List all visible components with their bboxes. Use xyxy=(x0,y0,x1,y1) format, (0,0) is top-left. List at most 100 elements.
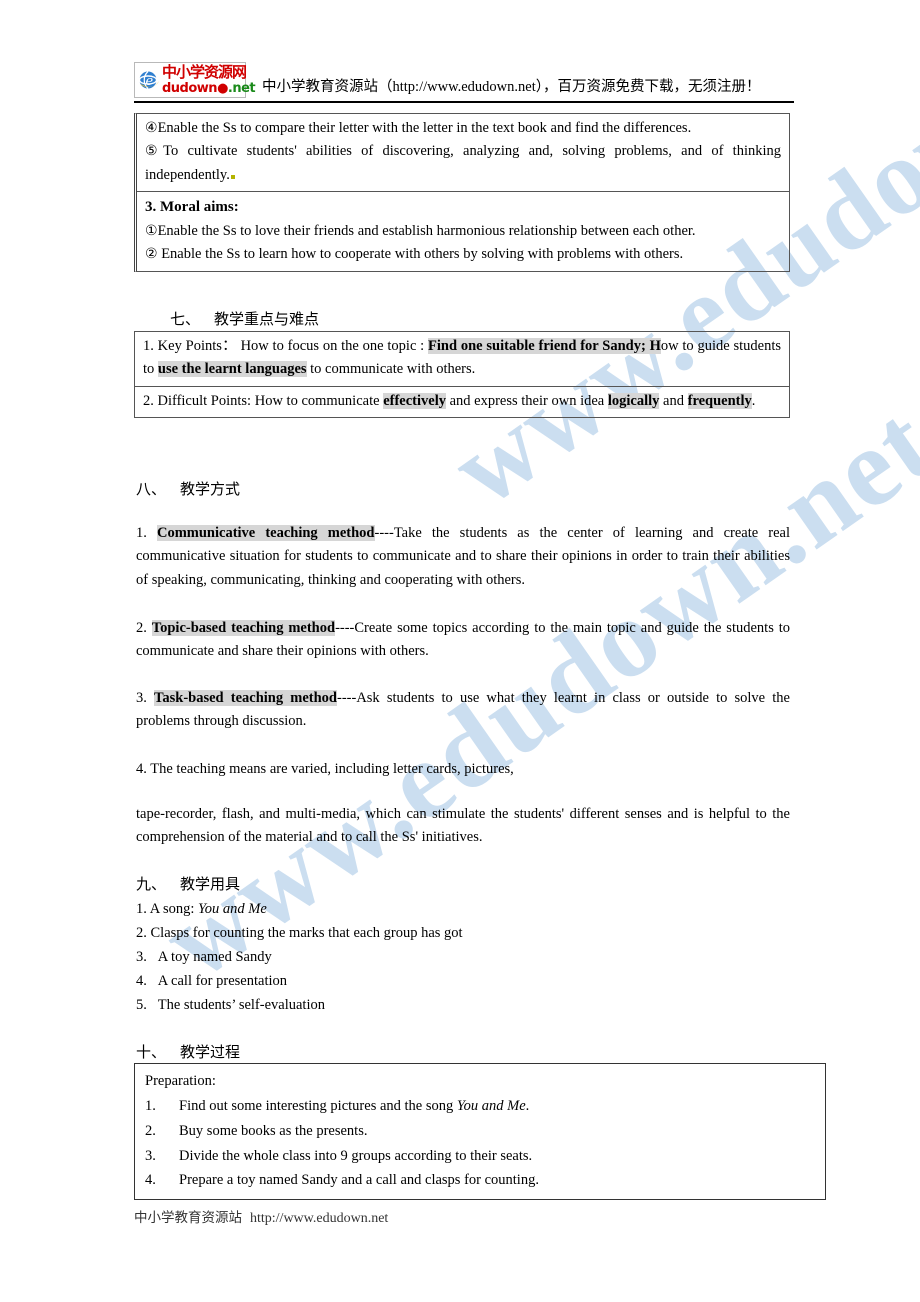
list-marker: ② xyxy=(145,246,158,263)
teaching-means-line-a: 4. The teaching means are varied, includ… xyxy=(136,761,514,777)
preparation-item-number: 2. xyxy=(145,1122,156,1139)
header-tagline: 中小学教育资源站（http://www.edudown.net），百万资源免费下… xyxy=(262,79,761,95)
preparation-list: 1. Find out some interesting pictures an… xyxy=(145,1094,815,1194)
tools-item-text: A toy named Sandy xyxy=(157,949,272,965)
teaching-method-3: 3. Task-based teaching method----Ask stu… xyxy=(136,687,790,734)
site-logo: e 中小学资源网 dudown●.net xyxy=(134,62,256,98)
method-index: 1. xyxy=(136,525,147,541)
header-divider xyxy=(134,101,794,103)
footer-url: http://www.edudown.net xyxy=(250,1211,389,1226)
tools-item-text: A song: xyxy=(149,901,199,917)
difficult-points-highlight-2: logically xyxy=(607,392,660,409)
aims-box: ④Enable the Ss to compare their letter w… xyxy=(134,113,790,272)
preparation-item-text: Prepare a toy named Sandy and a call and… xyxy=(179,1172,539,1189)
key-points-tail: to communicate with others. xyxy=(310,361,476,378)
difficult-points-mid-2: and xyxy=(663,392,684,409)
difficult-points-label: 2. Difficult Points: xyxy=(143,392,252,409)
preparation-item-text: Find out some interesting pictures and t… xyxy=(179,1094,529,1119)
svg-text:e: e xyxy=(146,74,154,89)
preparation-item-text: Divide the whole class into 9 groups acc… xyxy=(179,1147,533,1164)
preparation-item: 2. Buy some books as the presents. xyxy=(145,1119,815,1144)
difficult-points-highlight-1: effectively xyxy=(383,392,446,409)
footer-site-name: 中小学教育资源站 xyxy=(134,1210,242,1226)
aims-cell-moral: 3. Moral aims: ①Enable the Ss to love th… xyxy=(137,191,789,270)
tools-item: 5. The students’ self-evaluation xyxy=(136,994,325,1016)
tools-item-number: 1. xyxy=(136,901,147,917)
section-title: 教学过程 xyxy=(180,1043,241,1061)
aims-line: ④Enable the Ss to compare their letter w… xyxy=(145,117,781,140)
aims-line: ⑤To cultivate students' abilities of dis… xyxy=(145,140,781,187)
method-name: Communicative teaching method xyxy=(156,525,375,541)
tools-item: 2. Clasps for counting the marks that ea… xyxy=(136,922,463,944)
difficult-points-mid-1: and express their own idea xyxy=(449,392,605,409)
spellcheck-mark xyxy=(230,174,235,179)
key-points-highlight-1: Find one suitable friend for Sandy; H xyxy=(428,338,661,354)
tools-item-number: 3. xyxy=(136,949,147,965)
moral-line: ② Enable the Ss to learn how to cooperat… xyxy=(145,243,781,266)
difficult-points-tail: . xyxy=(751,392,756,409)
moral-aims-title: 3. Moral aims: xyxy=(145,199,239,216)
tools-item-title: You and Me xyxy=(198,901,267,917)
method-name: Task-based teaching method xyxy=(154,690,337,706)
teaching-method-2: 2. Topic-based teaching method----Create… xyxy=(136,617,790,664)
teaching-means-line-b: tape-recorder, flash, and multi-media, w… xyxy=(136,806,790,846)
aims-line-text: To cultivate students' abilities of disc… xyxy=(145,143,781,183)
tools-item-text: A call for presentation xyxy=(157,973,287,989)
section-number: 八、 xyxy=(136,480,167,498)
aims-line-text: Enable the Ss to compare their letter wi… xyxy=(157,120,692,136)
preparation-item-number: 3. xyxy=(145,1147,156,1164)
preparation-box: Preparation: 1. Find out some interestin… xyxy=(134,1063,826,1201)
preparation-item: 1. Find out some interesting pictures an… xyxy=(145,1094,815,1119)
preparation-item-number: 4. xyxy=(145,1172,156,1189)
preparation-item-number: 1. xyxy=(145,1097,156,1114)
list-marker: ⑤ xyxy=(145,143,164,160)
key-points-highlight-2: use the learnt languages xyxy=(157,361,307,378)
section-heading-eight: 八、 教学方式 xyxy=(136,478,240,499)
moral-line-text: Enable the Ss to learn how to cooperate … xyxy=(161,246,684,263)
preparation-item-post: . xyxy=(525,1097,530,1114)
section-heading-nine: 九、 教学用具 xyxy=(136,873,240,894)
list-marker: ① xyxy=(145,222,158,239)
difficult-points-highlight-3: frequently xyxy=(687,392,752,409)
section-title: 教学重点与难点 xyxy=(214,310,320,328)
tools-item: 3. A toy named Sandy xyxy=(136,946,272,968)
key-points-text: 1. Key Points： How to focus on the one t… xyxy=(143,335,781,382)
method-index: 2. xyxy=(136,620,147,636)
list-marker: ④ xyxy=(145,120,158,136)
tools-item-number: 4. xyxy=(136,973,147,989)
tools-item-number: 5. xyxy=(136,997,147,1013)
logo-english-name: dudown xyxy=(162,81,218,96)
document-page: www.edudown.net www.edudown.net e 中小学资源网 xyxy=(0,0,920,1302)
moral-line-text: Enable the Ss to love their friends and … xyxy=(157,222,696,239)
preparation-item-pre: Find out some interesting pictures and t… xyxy=(179,1097,457,1114)
ie-globe-icon: e xyxy=(138,71,159,89)
aims-cell-objectives: ④Enable the Ss to compare their letter w… xyxy=(137,114,789,191)
difficult-points-text: 2. Difficult Points: How to communicate … xyxy=(143,390,781,413)
logo-tld: .net xyxy=(227,81,256,96)
teaching-method-1: 1. Communicative teaching method----Take… xyxy=(136,522,790,592)
section-title: 教学方式 xyxy=(180,480,241,498)
method-name: Topic-based teaching method xyxy=(151,620,336,636)
section-heading-seven: 七、 教学重点与难点 xyxy=(170,308,319,329)
logo-dot: ● xyxy=(217,81,228,96)
tools-item: 4. A call for presentation xyxy=(136,970,287,992)
tools-item-number: 2. xyxy=(136,925,147,941)
method-index: 3. xyxy=(136,690,147,706)
tools-item: 1. A song: You and Me xyxy=(136,898,267,920)
moral-line: ①Enable the Ss to love their friends and… xyxy=(145,220,781,243)
preparation-item: 3. Divide the whole class into 9 groups … xyxy=(145,1144,815,1169)
section-number: 十、 xyxy=(136,1043,167,1061)
preparation-item: 4. Prepare a toy named Sandy and a call … xyxy=(145,1168,815,1193)
tools-item-text: Clasps for counting the marks that each … xyxy=(150,925,463,941)
key-points-box: 1. Key Points： How to focus on the one t… xyxy=(134,331,790,419)
key-points-lead: How to focus on the one topic : xyxy=(240,338,425,354)
section-number: 九、 xyxy=(136,875,167,893)
preparation-title: Preparation: xyxy=(145,1073,216,1089)
section-heading-ten: 十、 教学过程 xyxy=(136,1041,240,1062)
key-points-label: 1. Key Points： xyxy=(143,338,237,354)
section-title: 教学用具 xyxy=(180,875,241,893)
logo-chinese-name: 中小学资源网 xyxy=(162,63,247,81)
key-points-cell: 1. Key Points： How to focus on the one t… xyxy=(135,332,789,386)
preparation-item-title: You and Me xyxy=(456,1097,526,1114)
preparation-item-text: Buy some books as the presents. xyxy=(179,1122,368,1139)
